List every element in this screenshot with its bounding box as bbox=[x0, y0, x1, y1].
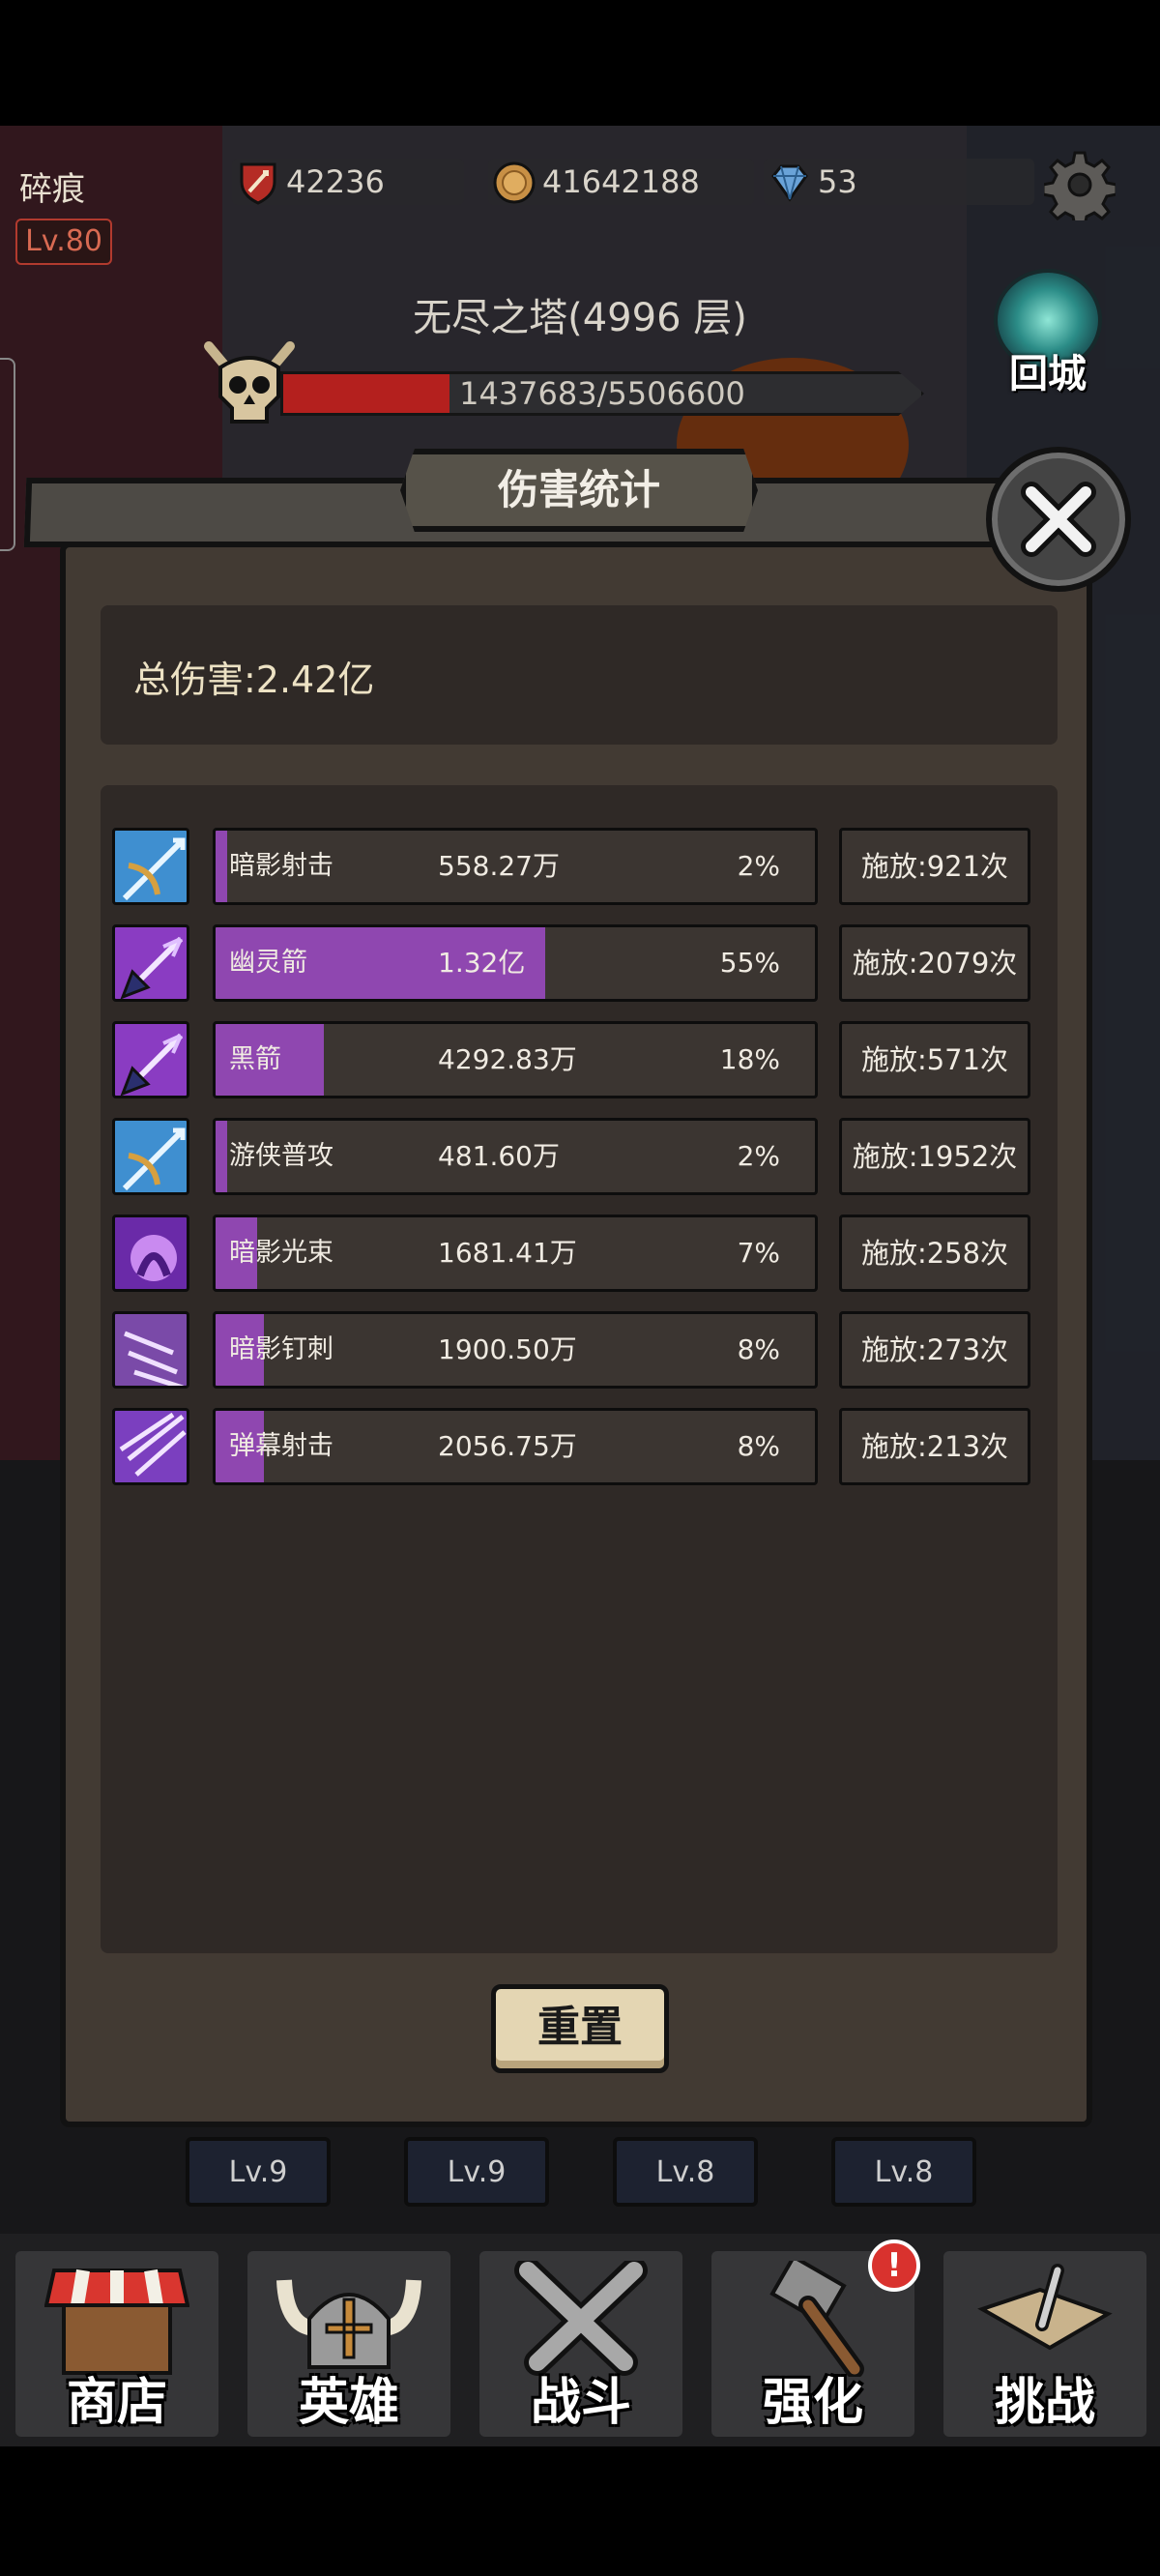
skill-damage-value: 2056.75万 bbox=[438, 1430, 577, 1462]
sword-shield-icon bbox=[240, 162, 276, 205]
nav-hero[interactable]: 英雄 bbox=[247, 2251, 450, 2437]
reset-button[interactable]: 重置 bbox=[491, 1984, 669, 2073]
skill-damage-percent: 18% bbox=[719, 1043, 780, 1075]
boss-hp-text: 1437683/5506600 bbox=[459, 375, 745, 412]
damage-share-bar: 暗影射击 558.27万 2% bbox=[213, 828, 818, 905]
enhance-alert-badge: ! bbox=[868, 2239, 920, 2292]
crossbow-icon bbox=[112, 1118, 189, 1195]
skill-cast-count: 施放:2079次 bbox=[839, 924, 1030, 1002]
nav-battle[interactable]: 战斗 bbox=[479, 2251, 682, 2437]
viking-helmet-icon bbox=[276, 2279, 421, 2369]
damage-row: 暗影光束 1681.41万 7% 施放:258次 bbox=[101, 1215, 1058, 1292]
power-value: 42236 bbox=[286, 163, 385, 200]
damage-row: 幽灵箭 1.32亿 55% 施放:2079次 bbox=[101, 924, 1058, 1002]
arrow-icon bbox=[112, 924, 189, 1002]
skill-cast-count: 施放:1952次 bbox=[839, 1118, 1030, 1195]
player-name: 碎痕 bbox=[19, 170, 85, 209]
skill-damage-percent: 8% bbox=[737, 1430, 780, 1462]
damage-row: 游侠普攻 481.60万 2% 施放:1952次 bbox=[101, 1118, 1058, 1195]
skill-damage-value: 4292.83万 bbox=[438, 1043, 577, 1075]
nav-battle-label: 战斗 bbox=[530, 2374, 631, 2432]
skill-damage-value: 558.27万 bbox=[438, 850, 560, 882]
skill-cast-count: 施放:273次 bbox=[839, 1311, 1030, 1389]
skill-damage-value: 1900.50万 bbox=[438, 1333, 577, 1365]
nav-hero-label: 英雄 bbox=[298, 2374, 399, 2432]
skill-cast-count: 施放:258次 bbox=[839, 1215, 1030, 1292]
skill-slot-3-level[interactable]: Lv.8 bbox=[613, 2137, 758, 2207]
nav-challenge-label: 挑战 bbox=[994, 2374, 1095, 2432]
damage-share-bar: 游侠普攻 481.60万 2% bbox=[213, 1118, 818, 1195]
close-icon bbox=[1021, 482, 1096, 557]
return-to-city-label: 回城 bbox=[1009, 352, 1087, 396]
nav-shop[interactable]: 商店 bbox=[15, 2251, 218, 2437]
nav-challenge[interactable]: 挑战 bbox=[943, 2251, 1146, 2437]
skill-name: 暗影光束 bbox=[229, 1238, 334, 1268]
crossed-swords-icon bbox=[514, 2261, 648, 2376]
power-counter: 42236 bbox=[232, 159, 464, 205]
shadow-beam-icon bbox=[112, 1215, 189, 1292]
skill-cast-count: 施放:213次 bbox=[839, 1408, 1030, 1485]
damage-share-bar: 幽灵箭 1.32亿 55% bbox=[213, 924, 818, 1002]
skill-damage-value: 481.60万 bbox=[438, 1140, 560, 1172]
damage-share-fill bbox=[216, 831, 228, 902]
settings-gear-icon[interactable] bbox=[1044, 149, 1116, 220]
gold-counter: 41642188 bbox=[488, 159, 754, 205]
damage-share-fill bbox=[216, 1121, 228, 1192]
system-bottom-area bbox=[0, 2446, 1160, 2576]
damage-row: 暗影钉刺 1900.50万 8% 施放:273次 bbox=[101, 1311, 1058, 1389]
total-damage-text: 总伤害:2.42亿 bbox=[133, 659, 375, 701]
damage-share-bar: 暗影光束 1681.41万 7% bbox=[213, 1215, 818, 1292]
arrow-icon bbox=[112, 1021, 189, 1098]
damage-share-bar: 黑箭 4292.83万 18% bbox=[213, 1021, 818, 1098]
bottom-navigation: 商店 英雄 战斗 强化 挑战 bbox=[0, 2234, 1160, 2446]
damage-share-bar: 弹幕射击 2056.75万 8% bbox=[213, 1408, 818, 1485]
skill-name: 暗影射击 bbox=[229, 851, 334, 881]
skill-name: 黑箭 bbox=[229, 1044, 281, 1074]
stage-title: 无尽之塔(4996 层) bbox=[413, 296, 747, 340]
skill-damage-list[interactable]: 暗影射击 558.27万 2% 施放:921次 幽灵箭 1.32亿 55% 施放:2079次黑… bbox=[101, 785, 1058, 1953]
nav-enhance-label: 强化 bbox=[762, 2374, 863, 2432]
diamond-icon bbox=[771, 164, 808, 202]
skill-name: 弹幕射击 bbox=[229, 1431, 334, 1461]
skill-name: 游侠普攻 bbox=[229, 1141, 334, 1171]
skill-name: 暗影钉刺 bbox=[229, 1334, 334, 1364]
skill-damage-value: 1681.41万 bbox=[438, 1237, 577, 1269]
modal-title: 伤害统计 bbox=[497, 466, 660, 513]
skill-damage-value: 1.32亿 bbox=[438, 947, 526, 979]
barrage-icon bbox=[112, 1408, 189, 1485]
skill-slot-4-level[interactable]: Lv.8 bbox=[831, 2137, 976, 2207]
player-level-badge: Lv.80 bbox=[15, 219, 112, 265]
skill-damage-percent: 8% bbox=[737, 1333, 780, 1365]
skill-cast-count: 施放:921次 bbox=[839, 828, 1030, 905]
gem-counter: 53 bbox=[764, 159, 1034, 205]
skill-damage-percent: 55% bbox=[719, 947, 780, 979]
skill-damage-percent: 7% bbox=[737, 1237, 780, 1269]
gold-coin-icon bbox=[493, 161, 536, 204]
return-to-city-button[interactable]: 回城 bbox=[988, 269, 1108, 396]
damage-share-bar: 暗影钉刺 1900.50万 8% bbox=[213, 1311, 818, 1389]
skill-damage-percent: 2% bbox=[737, 850, 780, 882]
shop-stall-icon bbox=[44, 2269, 189, 2375]
skill-slot-2-level[interactable]: Lv.9 bbox=[404, 2137, 549, 2207]
nav-shop-label: 商店 bbox=[66, 2374, 167, 2432]
close-button[interactable] bbox=[986, 447, 1131, 592]
side-panel-edge bbox=[0, 358, 15, 551]
damage-row: 黑箭 4292.83万 18% 施放:571次 bbox=[101, 1021, 1058, 1098]
skill-name: 幽灵箭 bbox=[229, 948, 307, 978]
gem-value: 53 bbox=[818, 163, 857, 200]
damage-row: 暗影射击 558.27万 2% 施放:921次 bbox=[101, 828, 1058, 905]
gold-value: 41642188 bbox=[542, 163, 700, 200]
skill-slot-1-level[interactable]: Lv.9 bbox=[186, 2137, 331, 2207]
skill-damage-percent: 2% bbox=[737, 1140, 780, 1172]
damage-row: 弹幕射击 2056.75万 8% 施放:213次 bbox=[101, 1408, 1058, 1485]
challenge-map-icon bbox=[977, 2264, 1113, 2351]
crossbow-icon bbox=[112, 828, 189, 905]
total-damage-panel: 总伤害:2.42亿 bbox=[101, 605, 1058, 745]
hammer-icon bbox=[769, 2261, 864, 2377]
boss-hp-bar: 1437683/5506600 bbox=[280, 371, 924, 416]
skill-cast-count: 施放:571次 bbox=[839, 1021, 1030, 1098]
shadow-spike-icon bbox=[112, 1311, 189, 1389]
